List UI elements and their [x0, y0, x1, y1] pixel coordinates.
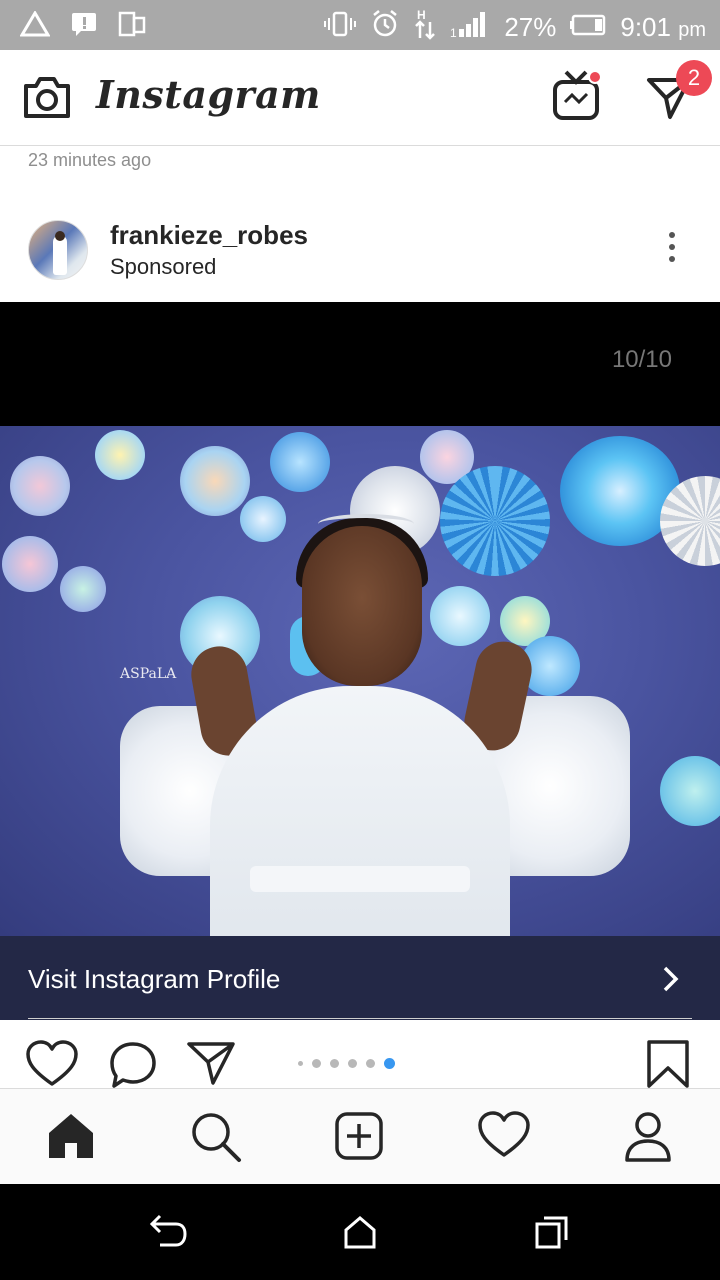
post-username[interactable]: frankieze_robes [110, 220, 308, 251]
carousel-counter: 10/10 [611, 346, 672, 373]
activity-heart-icon[interactable] [478, 1111, 530, 1164]
home-nav-icon[interactable] [342, 1214, 378, 1255]
post-photo: ASPaLA [0, 426, 720, 936]
alarm-icon [370, 9, 400, 46]
carousel-dot [312, 1059, 321, 1068]
android-nav-bar [0, 1184, 720, 1280]
instagram-logo: Instagram [96, 72, 321, 117]
app-header: Instagram [0, 50, 720, 146]
share-icon[interactable] [186, 1040, 236, 1091]
photo-subject-robe [210, 686, 510, 936]
bookmark-icon[interactable] [646, 1040, 690, 1093]
carousel-dot [298, 1061, 303, 1066]
post-header: frankieze_robes Sponsored [0, 200, 720, 300]
alert-triangle-icon [19, 10, 51, 42]
divider [28, 1018, 692, 1019]
status-bar: H 1 27% 9:01 pm [0, 0, 720, 50]
svg-text:1: 1 [450, 26, 457, 39]
previous-post-timestamp: 23 minutes ago [28, 150, 152, 170]
carousel-dot [330, 1059, 339, 1068]
more-options-icon[interactable] [666, 232, 678, 268]
data-transfer-icon: H [414, 8, 436, 47]
battery-percent: 27% [504, 12, 557, 42]
carousel-dot [366, 1059, 375, 1068]
carousel-indicator [298, 1058, 395, 1069]
visit-profile-bar[interactable]: Visit Instagram Profile [0, 936, 720, 1020]
sponsored-label: Sponsored [110, 254, 217, 279]
post-actions [0, 1022, 720, 1088]
screen-mirror-icon [118, 10, 146, 43]
battery-icon [570, 12, 606, 43]
post-media[interactable]: 10/10 ASPaLA [0, 302, 720, 936]
new-post-icon[interactable] [334, 1111, 384, 1166]
svg-text:H: H [417, 8, 426, 22]
igtv-notification-dot [588, 70, 602, 84]
clock: 9:01 pm [620, 12, 706, 43]
clock-ampm: pm [678, 19, 706, 41]
like-heart-icon[interactable] [26, 1040, 78, 1093]
photo-subject-face [302, 526, 422, 686]
recents-icon[interactable] [534, 1214, 570, 1255]
search-icon[interactable] [190, 1111, 242, 1168]
tiara-icon [318, 514, 414, 534]
notification-alert-icon [70, 11, 98, 42]
bottom-nav [0, 1088, 720, 1184]
comment-icon[interactable] [108, 1040, 158, 1095]
signal-icon: 1 [450, 9, 490, 46]
chevron-right-icon[interactable] [660, 964, 682, 999]
back-icon[interactable] [148, 1214, 188, 1255]
avatar[interactable] [28, 220, 88, 280]
camera-icon[interactable] [22, 74, 72, 125]
home-icon[interactable] [46, 1111, 96, 1166]
profile-icon[interactable] [624, 1111, 672, 1168]
clock-time: 9:01 [620, 12, 671, 42]
vibrate-icon [324, 10, 357, 45]
carousel-dot [348, 1059, 357, 1068]
photo-watermark: ASPaLA [120, 666, 177, 682]
visit-profile-label[interactable]: Visit Instagram Profile [28, 964, 280, 995]
dm-count-badge: 2 [676, 60, 712, 96]
carousel-dot-active [384, 1058, 395, 1069]
